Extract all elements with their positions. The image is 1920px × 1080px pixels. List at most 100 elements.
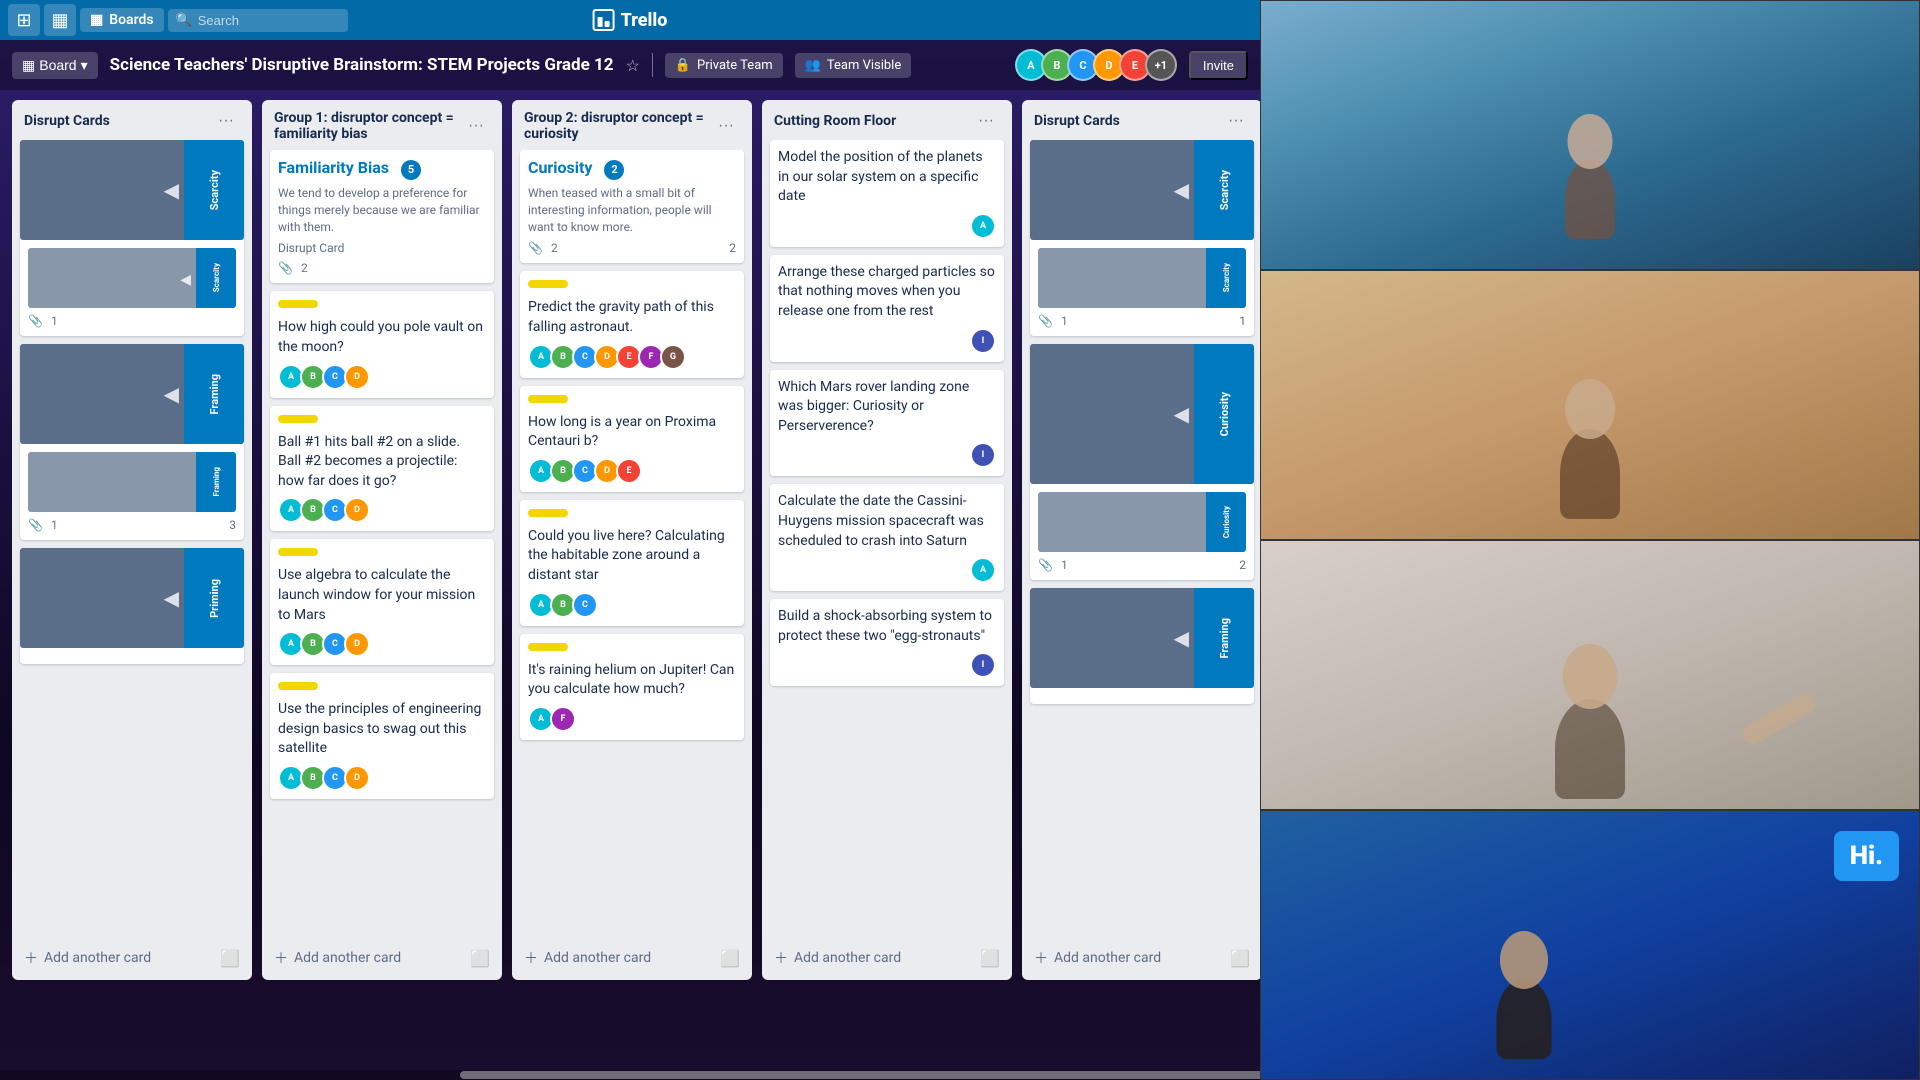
card-footer-curiosity: 📎 1 2 <box>1038 558 1246 572</box>
label-yellow-j <box>528 643 568 651</box>
plus-icon-4: ＋ <box>774 948 788 968</box>
av-charged: I <box>970 328 996 354</box>
card-scarcity-1[interactable]: Scarcity ◀ Scarcity ◀ 📎 1 <box>20 140 244 336</box>
search-bar[interactable]: 🔍 <box>168 9 348 32</box>
add-card-button-2[interactable]: ＋ Add another card ⬜ <box>266 942 498 974</box>
archive-icon-4[interactable]: ⬜ <box>980 949 1000 968</box>
home-icon[interactable]: ⊞ <box>8 4 40 36</box>
video-placeholder-2 <box>1261 271 1919 539</box>
av-l-4: D <box>344 631 370 657</box>
curiosity-num: 2 <box>729 241 736 255</box>
card-cover-framing: Framing ◀ <box>20 344 244 444</box>
list-familiarity-bias: Group 1: disruptor concept = familiarity… <box>262 100 502 980</box>
list-menu-button-5[interactable]: ··· <box>1222 110 1250 132</box>
grid-icon[interactable]: ▦ <box>44 4 76 36</box>
list-menu-button-3[interactable]: ··· <box>712 115 740 137</box>
video-tile-1[interactable] <box>1260 0 1920 270</box>
search-input[interactable] <box>198 13 340 28</box>
add-card-button-1[interactable]: ＋ Add another card ⬜ <box>16 942 248 974</box>
avatar-overflow[interactable]: +1 <box>1145 49 1177 81</box>
card-helium-title: It's raining helium on Jupiter! Can you … <box>528 661 736 700</box>
board-view-button[interactable]: ▦ Board ▾ <box>12 52 98 79</box>
card-mars-rover[interactable]: Which Mars rover landing zone was bigger… <box>770 370 1004 477</box>
card-curiosity-cover[interactable]: Curiosity ◀ Curiosity 📎 1 2 <box>1030 344 1254 580</box>
video-tile-3[interactable] <box>1260 540 1920 810</box>
card-ball-slide[interactable]: Ball #1 hits ball #2 on a slide. Ball #2… <box>270 406 494 532</box>
av-b-4: D <box>344 497 370 523</box>
card-gravity-title: Predict the gravity path of this falling… <box>528 298 736 337</box>
card-cover-scarcity: Scarcity ◀ <box>20 140 244 240</box>
invite-button[interactable]: Invite <box>1189 51 1248 80</box>
card-framing-1[interactable]: Framing ◀ Framing 📎 1 3 <box>20 344 244 540</box>
card-cover-priming: Priming ◀ <box>20 548 244 648</box>
card-cover-framing-2: Framing ◀ <box>1030 588 1254 688</box>
mini-play-icon: ◀ <box>180 272 191 288</box>
clip-icon-2: 📎 <box>278 261 293 275</box>
list-header-1: Disrupt Cards ··· <box>16 106 248 136</box>
card-planets[interactable]: Model the position of the planets in our… <box>770 140 1004 247</box>
card-curiosity-title[interactable]: Curiosity 2 When teased with a small bit… <box>520 150 744 263</box>
visibility-button[interactable]: 🔒 Private Team <box>665 53 783 78</box>
card-charged[interactable]: Arrange these charged particles so that … <box>770 255 1004 362</box>
card-num-framing: 3 <box>229 518 236 532</box>
boards-button[interactable]: ▦ Boards <box>80 8 164 32</box>
card-habitable-avatars: A B C <box>528 592 736 618</box>
card-egg-footer: I <box>778 652 996 678</box>
card-planets-footer: A <box>778 213 996 239</box>
boards-icon: ▦ <box>90 12 103 28</box>
card-mini-framing: Framing <box>28 452 236 512</box>
av-pv-4: D <box>344 364 370 390</box>
card-cassini[interactable]: Calculate the date the Cassini-Huygens m… <box>770 484 1004 591</box>
video-tile-4[interactable]: Hi. <box>1260 810 1920 1080</box>
list-cards-3: Curiosity 2 When teased with a small bit… <box>516 150 748 938</box>
list-title-3: Group 2: disruptor concept = curiosity <box>524 110 712 142</box>
team-visible-button[interactable]: 👥 Team Visible <box>795 53 912 78</box>
av-p-5: E <box>616 458 642 484</box>
familiarity-badge: 5 <box>401 160 421 180</box>
play-icon-framing: ◀ <box>164 382 179 406</box>
divider <box>652 53 653 77</box>
archive-icon-5[interactable]: ⬜ <box>1230 949 1250 968</box>
card-pole-vault-title: How high could you pole vault on the moo… <box>278 318 486 357</box>
card-scarcity-2[interactable]: Scarcity ◀ Scarcity 📎 1 1 <box>1030 140 1254 336</box>
card-gravity-path[interactable]: Predict the gravity path of this falling… <box>520 271 744 377</box>
card-satellite-avatars: A B C D <box>278 765 486 791</box>
archive-icon-3[interactable]: ⬜ <box>720 949 740 968</box>
card-habitable[interactable]: Could you live here? Calculating the hab… <box>520 500 744 626</box>
list-menu-button-1[interactable]: ··· <box>212 110 240 132</box>
star-icon[interactable]: ☆ <box>625 56 639 75</box>
add-card-button-3[interactable]: ＋ Add another card ⬜ <box>516 942 748 974</box>
archive-icon-2[interactable]: ⬜ <box>470 949 490 968</box>
list-cards-1: Scarcity ◀ Scarcity ◀ 📎 1 <box>16 140 248 938</box>
archive-icon-1[interactable]: ⬜ <box>220 949 240 968</box>
list-header-3: Group 2: disruptor concept = curiosity ·… <box>516 106 748 146</box>
card-proxima[interactable]: How long is a year on Proxima Centauri b… <box>520 386 744 492</box>
card-pole-vault-avatars: A B C D <box>278 364 486 390</box>
card-priming-1[interactable]: Priming ◀ <box>20 548 244 664</box>
card-familiarity-bias[interactable]: Familiarity Bias 5 We tend to develop a … <box>270 150 494 283</box>
av-cassini: A <box>970 557 996 583</box>
card-footer-framing: 📎 1 3 <box>28 518 236 532</box>
card-planets-title: Model the position of the planets in our… <box>778 148 996 207</box>
card-launch-window[interactable]: Use algebra to calculate the launch wind… <box>270 539 494 665</box>
add-card-button-5[interactable]: ＋ Add another card ⬜ <box>1026 942 1258 974</box>
card-pole-vault[interactable]: How high could you pole vault on the moo… <box>270 291 494 397</box>
card-egg[interactable]: Build a shock-absorbing system to protec… <box>770 599 1004 686</box>
cover-text-scarcity: Scarcity <box>208 170 221 210</box>
video-tile-2[interactable] <box>1260 270 1920 540</box>
label-yellow-p <box>528 395 568 403</box>
curiosity-title: Curiosity <box>528 158 592 177</box>
cover-text-curiosity: Curiosity <box>1218 392 1231 436</box>
trello-wordmark: Trello <box>621 10 668 31</box>
curiosity-subtitle: When teased with a small bit of interest… <box>528 185 736 235</box>
list-menu-button-4[interactable]: ··· <box>972 110 1000 132</box>
card-footer-scarcity-2: 📎 1 1 <box>1038 314 1246 328</box>
play-icon-priming: ◀ <box>164 586 179 610</box>
card-framing-2[interactable]: Framing ◀ <box>1030 588 1254 704</box>
card-satellite[interactable]: Use the principles of engineering design… <box>270 673 494 799</box>
card-helium[interactable]: It's raining helium on Jupiter! Can you … <box>520 634 744 740</box>
list-menu-button-2[interactable]: ··· <box>462 115 490 137</box>
card-charged-title: Arrange these charged particles so that … <box>778 263 996 322</box>
num-icon-1: 📎 <box>28 314 43 328</box>
add-card-button-4[interactable]: ＋ Add another card ⬜ <box>766 942 1008 974</box>
